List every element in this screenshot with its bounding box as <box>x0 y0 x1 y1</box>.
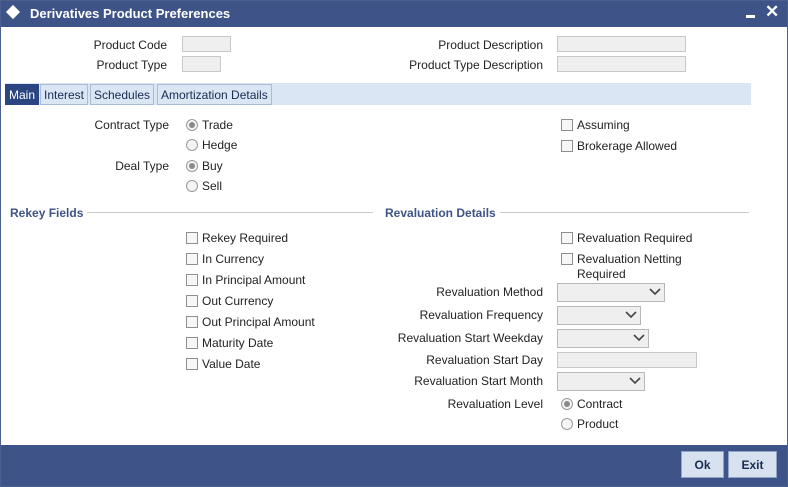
minimize-icon[interactable] <box>746 15 755 18</box>
exit-button[interactable]: Exit <box>728 451 777 478</box>
title-bar[interactable]: Derivatives Product Preferences ✕ <box>1 1 787 27</box>
assuming-checkbox[interactable] <box>561 119 573 131</box>
revaluation-start-month-label: Revaluation Start Month <box>414 374 543 388</box>
revaluation-divider <box>500 212 749 213</box>
out-currency-label: Out Currency <box>202 294 274 308</box>
deal-type-buy-radio[interactable] <box>186 160 198 172</box>
chevron-down-icon <box>629 377 641 385</box>
window-icon <box>5 4 21 20</box>
tab-main[interactable]: Main <box>5 84 40 105</box>
chevron-down-icon <box>633 334 645 342</box>
in-currency-checkbox[interactable] <box>186 253 198 265</box>
maturity-date-checkbox[interactable] <box>186 337 198 349</box>
revaluation-details-title: Revaluation Details <box>385 206 496 220</box>
chevron-down-icon <box>649 288 661 296</box>
deal-type-label: Deal Type <box>115 159 169 173</box>
contract-type-hedge-radio[interactable] <box>186 139 198 151</box>
close-icon[interactable]: ✕ <box>765 3 779 21</box>
rekey-divider <box>87 212 373 213</box>
tab-strip: Main Interest Schedules Amortization Det… <box>5 83 751 105</box>
product-type-description-label: Product Type Description <box>409 58 543 72</box>
ok-button[interactable]: Ok <box>681 451 724 478</box>
footer-bar <box>1 445 787 486</box>
rekey-required-label: Rekey Required <box>202 231 289 245</box>
deal-type-sell-label: Sell <box>202 179 223 193</box>
product-type-field[interactable] <box>182 56 221 72</box>
revaluation-netting-checkbox[interactable] <box>561 253 573 265</box>
contract-type-label: Contract Type <box>94 118 169 132</box>
value-date-label: Value Date <box>202 357 261 371</box>
out-currency-checkbox[interactable] <box>186 295 198 307</box>
revaluation-frequency-select[interactable] <box>557 306 641 325</box>
deal-type-buy-label: Buy <box>202 159 223 173</box>
tab-amortization-details[interactable]: Amortization Details <box>157 84 272 105</box>
assuming-label: Assuming <box>577 118 630 132</box>
in-principal-amount-checkbox[interactable] <box>186 274 198 286</box>
revaluation-netting-label-line2: Required <box>577 267 626 281</box>
revaluation-level-label: Revaluation Level <box>447 397 543 411</box>
product-description-label: Product Description <box>438 38 543 52</box>
product-description-field[interactable] <box>557 36 686 52</box>
contract-type-trade-radio[interactable] <box>186 119 198 131</box>
brokerage-allowed-label: Brokerage Allowed <box>577 139 678 153</box>
revaluation-netting-label-line1: Revaluation Netting <box>577 252 682 266</box>
revaluation-start-weekday-label: Revaluation Start Weekday <box>397 331 543 345</box>
tab-schedules[interactable]: Schedules <box>90 84 155 105</box>
out-principal-amount-checkbox[interactable] <box>186 316 198 328</box>
value-date-checkbox[interactable] <box>186 358 198 370</box>
revaluation-start-month-select[interactable] <box>557 372 645 391</box>
rekey-required-checkbox[interactable] <box>186 232 198 244</box>
revaluation-level-product-radio[interactable] <box>561 418 573 430</box>
revaluation-level-product-label: Product <box>577 417 619 431</box>
deal-type-sell-radio[interactable] <box>186 180 198 192</box>
revaluation-level-contract-label: Contract <box>577 397 623 411</box>
revaluation-frequency-label: Revaluation Frequency <box>419 308 543 322</box>
chevron-down-icon <box>625 311 637 319</box>
revaluation-method-label: Revaluation Method <box>436 285 543 299</box>
revaluation-required-label: Revaluation Required <box>577 231 693 245</box>
product-type-description-field[interactable] <box>557 56 686 72</box>
contract-type-hedge-label: Hedge <box>202 138 238 152</box>
out-principal-amount-label: Out Principal Amount <box>202 315 315 329</box>
product-code-label: Product Code <box>93 38 167 52</box>
revaluation-start-day-field[interactable] <box>557 352 697 368</box>
revaluation-level-contract-radio[interactable] <box>561 398 573 410</box>
in-principal-amount-label: In Principal Amount <box>202 273 306 287</box>
revaluation-start-weekday-select[interactable] <box>557 329 649 348</box>
maturity-date-label: Maturity Date <box>202 336 274 350</box>
product-code-field[interactable] <box>182 36 231 52</box>
revaluation-start-day-label: Revaluation Start Day <box>426 353 543 367</box>
contract-type-trade-label: Trade <box>202 118 233 132</box>
window-title: Derivatives Product Preferences <box>30 6 231 21</box>
tab-interest[interactable]: Interest <box>40 84 89 105</box>
product-type-label: Product Type <box>96 58 168 72</box>
rekey-fields-title: Rekey Fields <box>10 206 84 220</box>
revaluation-method-select[interactable] <box>557 283 665 302</box>
revaluation-required-checkbox[interactable] <box>561 232 573 244</box>
derivatives-product-preferences-window: Derivatives Product Preferences ✕ Produc… <box>0 0 788 487</box>
in-currency-label: In Currency <box>202 252 265 266</box>
brokerage-allowed-checkbox[interactable] <box>561 140 573 152</box>
